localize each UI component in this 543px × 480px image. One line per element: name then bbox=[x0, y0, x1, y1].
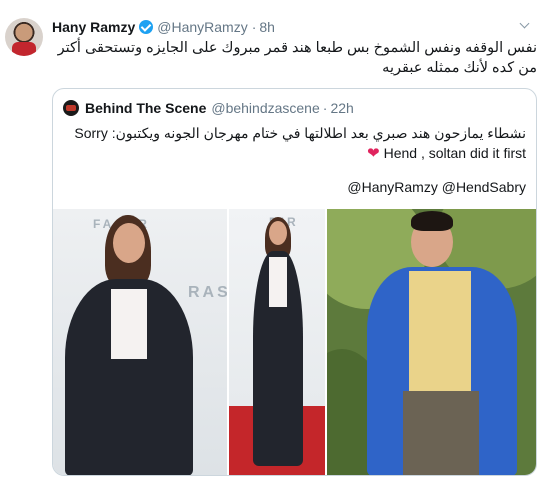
tweet-header: Hany Ramzy @HanyRamzy · 8h bbox=[52, 18, 533, 36]
verified-badge-icon bbox=[139, 20, 154, 34]
quoted-text-english-line: ❤ Hend , soltan did it first bbox=[63, 143, 526, 164]
photo-figure bbox=[403, 391, 479, 475]
chevron-down-icon[interactable] bbox=[517, 18, 533, 34]
photo-figure bbox=[411, 211, 453, 231]
photo-figure bbox=[113, 223, 145, 263]
media-photo-1[interactable]: FA DIR RAS bbox=[53, 209, 227, 475]
separator-dot: · bbox=[251, 19, 257, 35]
media-photo-2[interactable]: DIR bbox=[229, 209, 325, 475]
quoted-text-english: Hend , soltan did it first bbox=[383, 145, 526, 161]
quoted-media-grid: FA DIR RAS DIR bbox=[53, 209, 536, 475]
backdrop-logo: RAS bbox=[188, 284, 227, 301]
author-avatar[interactable] bbox=[5, 18, 43, 56]
photo-figure bbox=[111, 289, 147, 359]
quoted-avatar bbox=[63, 100, 79, 116]
quoted-text-arabic: نشطاء يمازحون هند صبري بعد اطلالتها في خ… bbox=[74, 125, 526, 141]
quoted-header: Behind The Scene @behindzascene · 22h bbox=[63, 99, 354, 117]
photo-figure bbox=[269, 221, 287, 245]
photo-figure bbox=[409, 271, 471, 391]
quoted-separator-dot: · bbox=[322, 100, 328, 116]
author-handle[interactable]: @HanyRamzy bbox=[157, 19, 247, 35]
author-name[interactable]: Hany Ramzy bbox=[52, 19, 135, 35]
tweet-text: نفس الوقفه ونفس الشموخ بس طبعا هند قمر م… bbox=[57, 40, 537, 76]
quoted-tweet[interactable]: Behind The Scene @behindzascene · 22h نش… bbox=[52, 88, 537, 476]
heart-icon: ❤ bbox=[367, 145, 380, 162]
photo-figure bbox=[269, 257, 287, 307]
tweet-timestamp[interactable]: 8h bbox=[259, 19, 275, 35]
quoted-author-name: Behind The Scene bbox=[85, 100, 207, 116]
media-photo-3[interactable] bbox=[327, 209, 536, 475]
quoted-timestamp: 22h bbox=[330, 100, 354, 116]
quoted-mentions[interactable]: @HanyRamzy @HendSabry bbox=[347, 179, 526, 195]
quoted-text: نشطاء يمازحون هند صبري بعد اطلالتها في خ… bbox=[63, 123, 526, 164]
quoted-author-handle: @behindzascene bbox=[211, 100, 320, 116]
